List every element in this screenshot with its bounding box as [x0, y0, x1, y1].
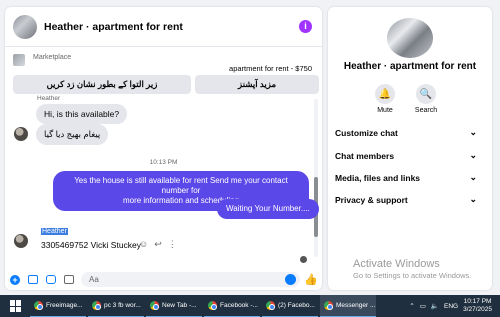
taskbar: Freeimage... pc 3 fb wor... New Tab -...…	[0, 295, 500, 317]
search-label: Search	[414, 107, 438, 114]
clock-time: 10:17 PM	[463, 298, 492, 305]
incoming-message[interactable]: 3305469752 Vicki Stuckey	[41, 240, 141, 250]
item-label: Media, files and links	[335, 173, 421, 183]
taskbar-item-label: Freeimage...	[46, 302, 83, 309]
mark-pending-button[interactable]: زیر التوا کے بطور نشان زد کریں	[13, 75, 191, 94]
incoming-message[interactable]: پیغام بھیج دیا گیا	[36, 124, 109, 145]
sticker-icon[interactable]	[45, 274, 57, 286]
sender-avatar[interactable]	[14, 127, 28, 141]
more-options-button[interactable]: مزید آپشنز	[195, 75, 319, 94]
listing-thumbnail[interactable]	[13, 14, 37, 39]
taskbar-item[interactable]: New Tab -...	[146, 295, 202, 317]
taskbar-item-label: Facebook -...	[220, 302, 258, 309]
chrome-icon	[92, 301, 101, 310]
chevron-up-icon[interactable]: ⌃	[409, 302, 414, 310]
message-sender: Heather	[41, 228, 68, 235]
chat-members-item[interactable]: Chat members ⌄	[335, 150, 477, 165]
reply-icon[interactable]: ↩	[154, 239, 162, 250]
taskbar-item[interactable]: Facebook -...	[204, 295, 260, 317]
gif-icon[interactable]	[63, 274, 75, 286]
message-actions: ☺ ↩ ⋮	[139, 239, 177, 250]
item-label: Chat members	[335, 151, 395, 161]
mute-label: Mute	[377, 107, 393, 114]
taskbar-item-label: New Tab -...	[162, 302, 197, 309]
taskbar-item-label: Messenger ...	[336, 302, 376, 309]
taskbar-item-label: pc 3 fb wor...	[104, 302, 141, 309]
chrome-icon	[34, 301, 43, 310]
info-icon[interactable]: i	[299, 20, 312, 33]
chat-panel: Heather · apartment for rent i Marketpla…	[5, 7, 322, 290]
customize-chat-item[interactable]: Customize chat ⌄	[335, 127, 477, 142]
outgoing-message[interactable]: Waiting Your Number....	[217, 199, 319, 219]
plus-icon[interactable]: +	[9, 274, 21, 286]
search-icon: 🔍	[416, 84, 436, 104]
chrome-icon	[208, 301, 217, 310]
activate-windows-watermark: Activate Windows Go to Settings to activ…	[353, 258, 471, 280]
listing-price: apartment for rent - $750	[229, 64, 312, 73]
thumbs-up-icon[interactable]: 👍	[304, 273, 318, 286]
marketplace-listing[interactable]: Marketplace apartment for rent - $750	[13, 50, 318, 73]
emoji-icon[interactable]	[285, 274, 296, 285]
message-input[interactable]: Aa	[81, 272, 301, 287]
photo-icon[interactable]	[27, 274, 39, 286]
react-icon[interactable]: ☺	[139, 239, 148, 250]
seen-avatar	[300, 256, 307, 263]
bell-icon: 🔔	[375, 84, 395, 104]
marketplace-label: Marketplace	[33, 54, 72, 61]
listing-small-thumbnail	[13, 54, 25, 66]
taskbar-item-label: (2) Facebo...	[278, 302, 315, 309]
conversation-details-panel: Heather · apartment for rent 🔔 Mute 🔍 Se…	[328, 7, 492, 290]
item-label: Privacy & support	[335, 195, 408, 205]
message-sender: Heather	[37, 95, 61, 102]
watermark-title: Activate Windows	[353, 258, 440, 270]
taskbar-item[interactable]: pc 3 fb wor...	[88, 295, 144, 317]
privacy-support-item[interactable]: Privacy & support ⌄	[335, 194, 477, 209]
mute-button[interactable]: 🔔 Mute	[365, 84, 405, 114]
taskbar-item[interactable]: Freeimage...	[30, 295, 86, 317]
more-icon[interactable]: ⋮	[168, 239, 177, 250]
windows-start-icon[interactable]	[10, 300, 22, 312]
chevron-down-icon: ⌄	[469, 150, 477, 160]
clock-date: 3/27/2025	[463, 306, 492, 313]
chat-header: Heather · apartment for rent i	[5, 7, 322, 47]
watermark-subtitle: Go to Settings to activate Windows.	[353, 271, 472, 280]
network-icon[interactable]: ▭	[420, 302, 426, 310]
chrome-icon	[266, 301, 275, 310]
taskbar-item[interactable]: (2) Facebo...	[262, 295, 318, 317]
media-files-links-item[interactable]: Media, files and links ⌄	[335, 172, 477, 187]
outgoing-message-line: Yes the house is still available for ren…	[74, 176, 288, 195]
chevron-down-icon: ⌄	[469, 172, 477, 182]
incoming-message[interactable]: Hi, is this available?	[36, 104, 128, 124]
message-timestamp: 10:13 PM	[149, 159, 178, 166]
chrome-icon	[324, 301, 333, 310]
chevron-down-icon: ⌄	[469, 127, 477, 137]
chevron-down-icon: ⌄	[469, 194, 477, 204]
chrome-icon	[150, 301, 159, 310]
language-indicator[interactable]: ENG	[444, 303, 458, 310]
composer: + Aa 👍	[5, 269, 322, 290]
taskbar-item-active[interactable]: Messenger ...	[320, 295, 376, 317]
listing-image[interactable]	[387, 18, 433, 58]
item-label: Customize chat	[335, 128, 398, 138]
search-button[interactable]: 🔍 Search	[406, 84, 446, 114]
system-tray: ⌃ ▭ 🔈 ENG 10:17 PM 3/27/2025	[409, 295, 492, 317]
volume-icon[interactable]: 🔈	[431, 302, 439, 310]
chat-title[interactable]: Heather · apartment for rent	[44, 21, 183, 33]
sender-avatar[interactable]	[14, 234, 28, 248]
conversation-title: Heather · apartment for rent	[343, 61, 477, 72]
clock[interactable]: 10:17 PM 3/27/2025	[463, 298, 492, 314]
